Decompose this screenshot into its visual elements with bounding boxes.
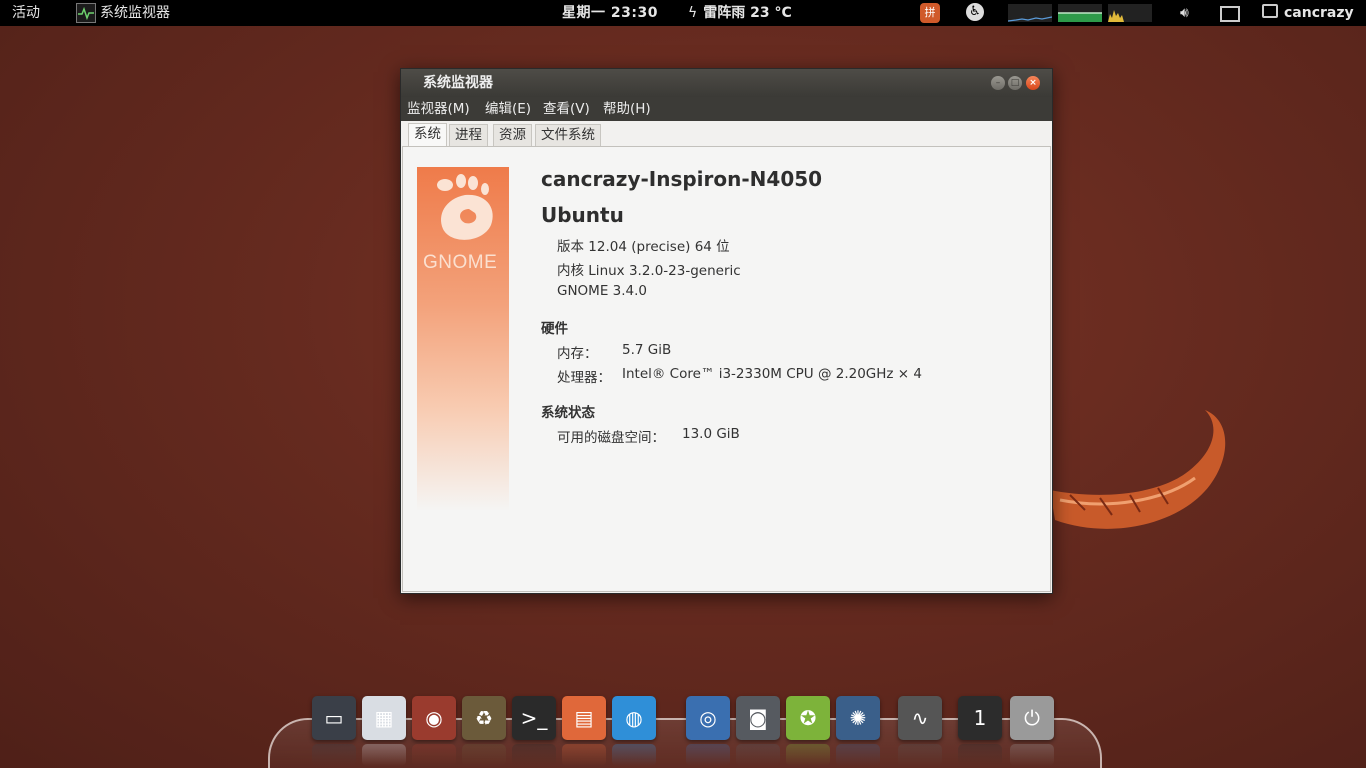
accessibility-icon[interactable]: ♿ [966, 3, 984, 21]
dock-ubuntu-one-icon[interactable]: ✪ [786, 696, 830, 740]
clock[interactable]: 星期一 23:30 [562, 0, 658, 26]
dock-software-center-reflection [562, 744, 606, 766]
dock-calendar-icon[interactable]: ▦ [362, 696, 406, 740]
system-status-heading: 系统状态 [541, 405, 595, 421]
dock-browser-reflection [612, 744, 656, 766]
dock-ubuntu-tweak-reflection [412, 744, 456, 766]
dock-power-icon[interactable]: ⏻ [1010, 696, 1054, 740]
dock-ubuntu-tweak-icon[interactable]: ◉ [412, 696, 456, 740]
system-info-panel: GNOME cancrazy-Inspiron-N4050 Ubuntu 版本 … [402, 146, 1051, 592]
dock-desktop-icon[interactable]: ▭ [312, 696, 356, 740]
dock-workspace-reflection [958, 744, 1002, 766]
system-monitor-window: 系统监视器 – □ × 监视器(M) 编辑(E) 查看(V) 帮助(H) 系统 … [400, 68, 1053, 594]
disk-space-value: 13.0 GiB [682, 426, 740, 442]
dock-chromium-reflection [686, 744, 730, 766]
menubar: 监视器(M) 编辑(E) 查看(V) 帮助(H) [401, 97, 1052, 121]
volume-icon[interactable]: 🔊︎ [1180, 3, 1189, 23]
activities-button[interactable]: 活动 [12, 0, 40, 26]
kernel-version: 内核 Linux 3.2.0-23-generic [557, 263, 741, 279]
dock-workspace-icon[interactable]: 1 [958, 696, 1002, 740]
minimize-button[interactable]: – [991, 76, 1005, 90]
tab-file-systems[interactable]: 文件系统 [535, 124, 601, 146]
app-menu[interactable]: 系统监视器 [76, 0, 170, 26]
menu-monitor[interactable]: 监视器(M) [407, 97, 470, 121]
app-menu-label: 系统监视器 [100, 5, 170, 21]
gnome-logo: GNOME [417, 167, 509, 511]
cpu-graph[interactable] [1108, 4, 1152, 22]
dock-speakers-reflection [736, 744, 780, 766]
dock-software-center-icon[interactable]: ▤ [562, 696, 606, 740]
hardware-heading: 硬件 [541, 321, 568, 337]
thunderstorm-icon: ϟ [688, 5, 698, 21]
os-version: 版本 12.04 (precise) 64 位 [557, 239, 730, 255]
dock-desktop-reflection [312, 744, 356, 766]
tab-bar: 系统 进程 资源 文件系统 [401, 121, 1052, 146]
tab-system[interactable]: 系统 [408, 123, 447, 146]
dock-ubuntu-one-reflection [786, 744, 830, 766]
dock-archive-manager-icon[interactable]: ♻ [462, 696, 506, 740]
menu-help[interactable]: 帮助(H) [603, 97, 651, 121]
dock-archive-manager-reflection [462, 744, 506, 766]
wallpaper-tail-decoration [1050, 410, 1226, 529]
dock-system-monitor-icon[interactable]: ∿ [898, 696, 942, 740]
tab-processes[interactable]: 进程 [449, 124, 488, 146]
memory-value: 5.7 GiB [622, 342, 672, 358]
hostname: cancrazy-Inspiron-N4050 [541, 167, 823, 191]
dock-browser-icon[interactable]: ◍ [612, 696, 656, 740]
dock-calendar-reflection [362, 744, 406, 766]
memory-graph[interactable] [1058, 4, 1102, 22]
maximize-button[interactable]: □ [1008, 76, 1022, 90]
menu-edit[interactable]: 编辑(E) [485, 97, 531, 121]
top-panel: 活动 系统监视器 星期一 23:30 ϟ 雷阵雨 23 °C 拼 ♿ 🔊︎ can… [0, 0, 1366, 26]
weather-indicator[interactable]: ϟ 雷阵雨 23 °C [688, 0, 792, 26]
os-name: Ubuntu [541, 203, 624, 227]
dock-speakers-icon[interactable]: ◙ [736, 696, 780, 740]
input-method-icon[interactable]: 拼 [920, 3, 940, 23]
gnome-foot-icon [437, 174, 493, 240]
dock-terminal-reflection [512, 744, 556, 766]
cpu-label: 处理器： [557, 370, 611, 386]
user-menu[interactable]: cancrazy [1262, 0, 1354, 26]
network-icon[interactable] [1220, 6, 1240, 22]
dock-aperture-icon[interactable]: ✺ [836, 696, 880, 740]
gnome-logo-text: GNOME [423, 252, 498, 273]
dock-power-reflection [1010, 744, 1054, 766]
window-title: 系统监视器 [423, 75, 493, 91]
dock-aperture-reflection [836, 744, 880, 766]
window-titlebar[interactable]: 系统监视器 – □ × [401, 69, 1052, 97]
user-name: cancrazy [1284, 5, 1354, 21]
network-graph[interactable] [1008, 4, 1052, 22]
cpu-value: Intel® Core™ i3-2330M CPU @ 2.20GHz × 4 [622, 366, 922, 382]
weather-label: 雷阵雨 23 °C [703, 5, 792, 21]
user-status-icon [1262, 4, 1278, 18]
gnome-version: GNOME 3.4.0 [557, 283, 648, 299]
tab-resources[interactable]: 资源 [493, 124, 532, 146]
system-monitor-icon [76, 3, 96, 23]
dock-terminal-icon[interactable]: >_ [512, 696, 556, 740]
menu-view[interactable]: 查看(V) [543, 97, 590, 121]
dock-system-monitor-reflection [898, 744, 942, 766]
close-button[interactable]: × [1026, 76, 1040, 90]
memory-label: 内存： [557, 346, 598, 362]
disk-space-label: 可用的磁盘空间： [557, 430, 665, 446]
dock-chromium-icon[interactable]: ◎ [686, 696, 730, 740]
